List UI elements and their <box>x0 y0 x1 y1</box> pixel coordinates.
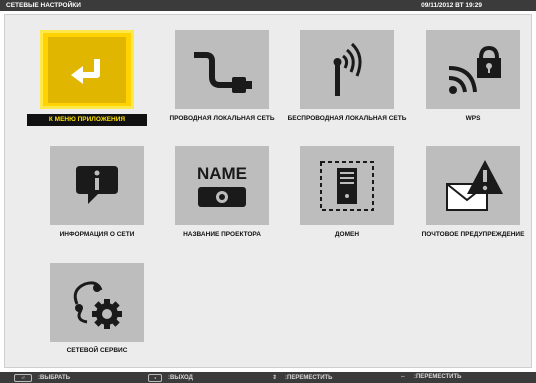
tile-wireless-lan[interactable] <box>300 30 394 109</box>
footer-bar: ⏎ :ВЫБРАТЬ ◂ :ВЫХОД ⇕ :ПЕРЕМЕСТИТЬ ⇔ :ПЕ… <box>0 372 536 383</box>
wireless-antenna-icon <box>333 42 362 96</box>
domain-server-icon <box>320 160 374 211</box>
wps-lock-icon <box>448 45 501 94</box>
footer-move-label-1: :ПЕРЕМЕСТИТЬ <box>285 374 333 381</box>
info-bubble-icon <box>76 165 118 204</box>
projector-name-icon: NAME <box>197 164 247 207</box>
mail-alert-icon <box>446 159 503 211</box>
tile-mail-alert[interactable] <box>426 146 520 225</box>
footer-move-label-2: :ПЕРЕМЕСТИТЬ <box>414 374 462 380</box>
tile-wireless-lan-label: БЕСПРОВОДНАЯ ЛОКАЛЬНАЯ СЕТЬ <box>287 115 407 122</box>
tile-projector-name-label: НАЗВАНИЕ ПРОЕКТОРА <box>183 231 261 238</box>
tile-network-info-label: ИНФОРМАЦИЯ О СЕТИ <box>59 231 135 238</box>
tile-domain[interactable] <box>300 146 394 225</box>
title-bar: СЕТЕВЫЕ НАСТРОЙКИ 09/11/2012 ВТ 19:29 <box>0 0 536 11</box>
tile-domain-label: ДОМЕН <box>334 231 360 238</box>
tile-wired-lan[interactable] <box>175 30 269 109</box>
tile-wps[interactable] <box>426 30 520 109</box>
up-down-arrows-icon: ⇕ <box>272 375 278 381</box>
tile-wps-label: WPS <box>465 115 481 122</box>
tile-network-service-label: СЕТЕВОЙ СЕРВИС <box>66 347 128 354</box>
lan-cable-icon <box>194 51 252 93</box>
back-arrow-icon <box>71 58 100 84</box>
page-title: СЕТЕВЫЕ НАСТРОЙКИ <box>6 2 81 9</box>
tile-network-service[interactable] <box>50 263 144 342</box>
footer-select-label: :ВЫБРАТЬ <box>38 375 71 381</box>
tile-app-menu[interactable] <box>40 30 134 109</box>
exit-key-icon: ◂ <box>148 374 162 382</box>
enter-key-icon: ⏎ <box>14 374 32 382</box>
footer-exit-label: :ВЫХОД <box>168 375 193 381</box>
tile-projector-name[interactable]: NAME <box>175 146 269 225</box>
projector-name-badge: NAME <box>197 164 247 183</box>
tile-mail-alert-label: ПОЧТОВОЕ ПРЕДУПРЕЖДЕНИЕ <box>421 231 525 238</box>
tile-wired-lan-label: ПРОВОДНАЯ ЛОКАЛЬНАЯ СЕТЬ <box>169 115 275 122</box>
datetime: 09/11/2012 ВТ 19:29 <box>421 2 482 9</box>
network-service-gear-icon <box>73 280 122 329</box>
tile-app-menu-label: К МЕНЮ ПРИЛОЖЕНИЯ <box>27 114 147 126</box>
tile-network-info[interactable] <box>50 146 144 225</box>
left-right-arrows-icon: ⇔ <box>400 374 406 380</box>
